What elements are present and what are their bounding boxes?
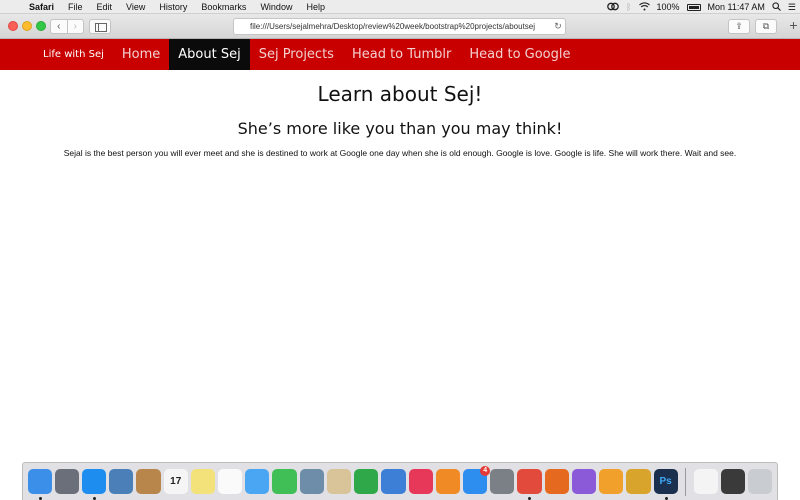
chrome-icon[interactable] xyxy=(517,469,542,500)
show-tabs-button[interactable]: ⧉ xyxy=(755,19,777,34)
flower-app-icon[interactable] xyxy=(571,469,597,494)
facetime-icon[interactable] xyxy=(272,469,297,494)
document-icon[interactable] xyxy=(693,469,718,494)
wolfram-icon[interactable] xyxy=(626,469,651,494)
menu-file[interactable]: File xyxy=(61,2,90,12)
photoshop-icon[interactable]: Ps xyxy=(653,469,678,500)
safari-icon[interactable] xyxy=(81,469,107,500)
itunes-icon[interactable] xyxy=(408,469,433,494)
scratch-icon[interactable] xyxy=(599,469,624,494)
menu-bookmarks[interactable]: Bookmarks xyxy=(194,2,253,12)
terminal-folder-icon[interactable] xyxy=(720,469,746,494)
numbers-icon[interactable] xyxy=(354,469,379,494)
page-subtitle: She’s more like you than you may think! xyxy=(237,119,563,138)
minimize-window-button[interactable] xyxy=(22,21,32,31)
site-brand[interactable]: Life with Sej xyxy=(0,39,113,70)
about-paragraph: Sejal is the best person you will ever m… xyxy=(63,148,737,158)
menu-view[interactable]: View xyxy=(119,2,152,12)
ibooks-icon[interactable] xyxy=(435,469,460,494)
notes-icon[interactable] xyxy=(190,469,216,494)
browser-toolbar: ‹ › file:///Users/sejalmehra/Desktop/rev… xyxy=(0,14,800,39)
dock: 17 4 Ps xyxy=(22,462,778,500)
menu-edit[interactable]: Edit xyxy=(90,2,120,12)
status-area: ᛒ 100% Mon 11:47 AM ☰ xyxy=(607,0,796,14)
history-nav: ‹ › xyxy=(50,19,84,34)
dock-separator xyxy=(685,467,687,496)
keynote-icon[interactable] xyxy=(381,469,406,494)
page-title: Learn about Sej! xyxy=(317,82,483,106)
battery-icon[interactable] xyxy=(686,3,701,11)
contacts-icon[interactable] xyxy=(136,469,161,494)
reload-icon[interactable]: ↻ xyxy=(551,18,565,35)
launchpad-icon[interactable] xyxy=(54,469,79,494)
menu-bar: Safari File Edit View History Bookmarks … xyxy=(0,0,800,14)
wifi-icon[interactable] xyxy=(638,1,650,13)
nav-link-tumblr[interactable]: Head to Tumblr xyxy=(343,39,460,70)
finder-icon[interactable] xyxy=(27,469,52,500)
bluetooth-icon[interactable]: ᛒ xyxy=(626,2,631,12)
menu-history[interactable]: History xyxy=(152,2,194,12)
zoom-window-button[interactable] xyxy=(36,21,46,31)
clock[interactable]: Mon 11:47 AM xyxy=(708,2,765,12)
nav-link-about-sej[interactable]: About Sej xyxy=(169,39,250,70)
share-button[interactable]: ⇪ xyxy=(728,19,750,34)
preview-icon[interactable] xyxy=(109,469,134,494)
system-preferences-icon[interactable] xyxy=(490,469,515,494)
app-store-icon[interactable]: 4 xyxy=(463,466,491,494)
calendar-icon[interactable]: 17 xyxy=(163,469,188,494)
nav-link-sej-projects[interactable]: Sej Projects xyxy=(250,39,343,70)
sidebar-toggle-button[interactable] xyxy=(89,19,111,34)
messages-icon[interactable] xyxy=(245,469,270,494)
new-tab-button[interactable]: + xyxy=(787,14,800,39)
menu-window[interactable]: Window xyxy=(253,2,299,12)
notification-center-icon[interactable]: ☰ xyxy=(788,2,796,13)
close-window-button[interactable] xyxy=(8,21,18,31)
trash-icon[interactable] xyxy=(748,469,773,494)
nav-link-home[interactable]: Home xyxy=(113,39,169,70)
battery-percent[interactable]: 100% xyxy=(657,2,680,12)
nav-link-google[interactable]: Head to Google xyxy=(460,39,579,70)
menu-help[interactable]: Help xyxy=(299,2,332,12)
app-store-badge: 4 xyxy=(480,466,491,476)
notes-editor-icon[interactable] xyxy=(326,469,352,494)
creative-cloud-icon[interactable] xyxy=(607,2,619,13)
page-content: Learn about Sej! She’s more like you tha… xyxy=(0,70,800,448)
address-bar[interactable]: file:///Users/sejalmehra/Desktop/review%… xyxy=(233,18,566,35)
forward-button[interactable]: › xyxy=(66,20,84,33)
menu-safari[interactable]: Safari xyxy=(22,2,61,12)
photos-icon[interactable] xyxy=(299,469,324,494)
reminders-icon[interactable] xyxy=(218,469,243,494)
spotlight-icon[interactable] xyxy=(772,1,781,13)
site-navbar: Life with Sej Home About Sej Sej Project… xyxy=(0,39,800,70)
firefox-icon[interactable] xyxy=(544,469,569,494)
back-button[interactable]: ‹ xyxy=(51,20,67,33)
